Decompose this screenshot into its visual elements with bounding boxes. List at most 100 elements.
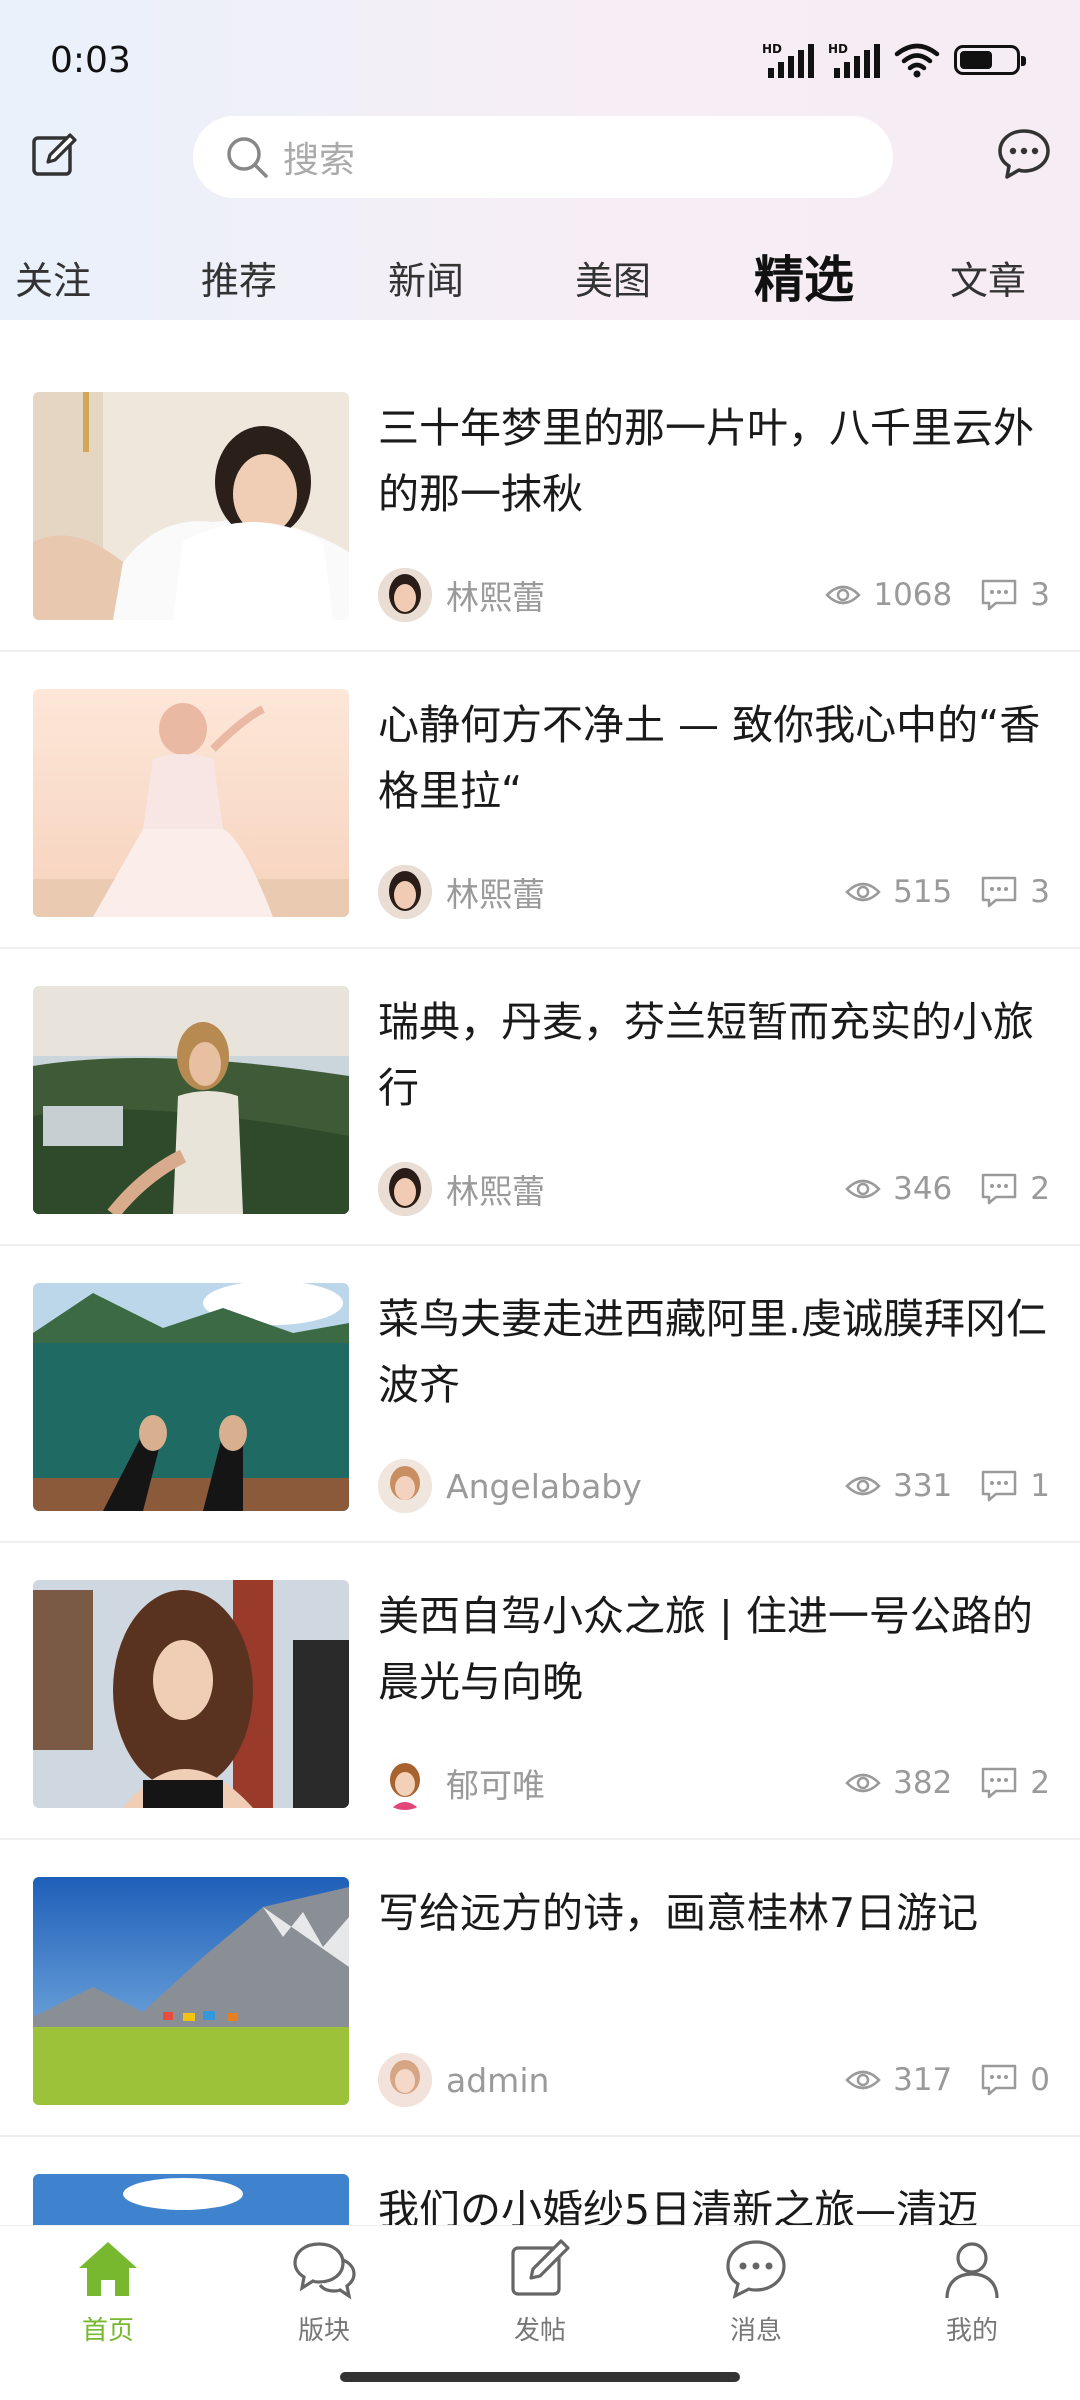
author-name: 林熙蕾 <box>446 875 545 914</box>
article-thumbnail <box>33 986 349 1214</box>
nav-label: 发帖 <box>513 2316 566 2346</box>
view-count: 346 <box>845 1171 952 1207</box>
nav-post[interactable]: 发帖 <box>470 2236 610 2347</box>
view-count: 515 <box>845 874 952 910</box>
article-thumbnail <box>33 392 349 620</box>
article-meta: Angelababy 331 1 <box>378 1458 1050 1514</box>
tab-recommended[interactable]: 推荐 <box>201 250 277 305</box>
comment-count: 1 <box>980 1468 1050 1504</box>
search-input[interactable]: 搜索 <box>193 116 893 198</box>
tab-news[interactable]: 新闻 <box>388 250 464 305</box>
category-tabs: 关注 推荐 新闻 美图 精选 文章 <box>0 230 1080 320</box>
avatar <box>378 1459 432 1513</box>
nav-profile[interactable]: 我的 <box>902 2236 1042 2347</box>
forum-icon <box>293 2242 356 2300</box>
list-item[interactable]: 三十年梦里的那一片叶，八千里云外的那一抹秋 林熙蕾 1068 3 <box>0 355 1080 652</box>
nav-home[interactable]: 首页 <box>38 2236 178 2347</box>
article-title: 三十年梦里的那一片叶，八千里云外的那一抹秋 <box>378 404 1034 518</box>
status-icons: HD HD <box>762 42 1026 78</box>
article-title: 写给远方的诗，画意桂林7日游记 <box>378 1889 979 1937</box>
comment-icon <box>982 1470 1017 1502</box>
list-item[interactable]: 瑞典，丹麦，芬兰短暂而充实的小旅行 林熙蕾 346 2 <box>0 949 1080 1246</box>
search-placeholder: 搜索 <box>283 140 356 181</box>
eye-icon <box>845 2070 881 2090</box>
view-count: 1068 <box>825 577 952 613</box>
article-thumbnail <box>33 2174 349 2225</box>
avatar <box>378 1162 432 1216</box>
eye-icon <box>825 585 862 605</box>
message-icon <box>726 2240 786 2299</box>
comment-count: 2 <box>980 1765 1050 1801</box>
avatar <box>378 865 432 919</box>
comment-count: 2 <box>980 1171 1050 1207</box>
article-title: 美西自驾小众之旅 | 住进一号公路的晨光与向晚 <box>378 1592 1033 1706</box>
eye-icon <box>845 1476 881 1496</box>
avatar <box>378 2053 432 2107</box>
view-count: 331 <box>845 1468 952 1504</box>
article-thumbnail <box>33 689 349 917</box>
status-bar: 0:03 HD HD <box>0 0 1080 110</box>
status-time: 0:03 <box>50 40 131 81</box>
eye-icon <box>845 1179 881 1199</box>
battery-icon <box>954 45 1026 75</box>
author-name: Angelababy <box>446 1466 642 1506</box>
article-meta: 林熙蕾 1068 3 <box>378 567 1050 623</box>
author-name: 郁可唯 <box>446 1766 545 1805</box>
tab-articles[interactable]: 文章 <box>950 250 1026 305</box>
edit-button[interactable] <box>30 130 80 180</box>
edit-icon <box>32 133 77 176</box>
home-icon <box>79 2242 137 2296</box>
article-title: 菜鸟夫妻走进西藏阿里.虔诚膜拜冈仁波齐 <box>378 1295 1048 1409</box>
article-title: 心静何方不净土 — 致你我心中的“香格里拉“ <box>378 701 1041 815</box>
article-meta: admin 317 0 <box>378 2052 1050 2108</box>
avatar <box>378 1756 432 1810</box>
message-button[interactable] <box>996 126 1052 182</box>
comment-icon <box>982 579 1017 611</box>
wifi-icon <box>894 43 940 78</box>
search-icon <box>227 137 268 178</box>
author-name: 林熙蕾 <box>446 1172 545 1211</box>
article-thumbnail <box>33 1283 349 1511</box>
list-item[interactable]: 美西自驾小众之旅 | 住进一号公路的晨光与向晚 郁可唯 382 2 <box>0 1543 1080 1840</box>
article-thumbnail <box>33 1580 349 1808</box>
author-name: admin <box>446 2060 550 2100</box>
avatar <box>378 568 432 622</box>
eye-icon <box>845 882 881 902</box>
article-feed: 三十年梦里的那一片叶，八千里云外的那一抹秋 林熙蕾 1068 3 心静何方不净土… <box>0 355 1080 2225</box>
view-count: 317 <box>845 2062 952 2098</box>
signal-icon: HD <box>828 42 880 78</box>
nav-label: 首页 <box>81 2316 134 2346</box>
comment-icon <box>982 1767 1017 1799</box>
list-item[interactable]: 写给远方的诗，画意桂林7日游记 admin 317 0 <box>0 1840 1080 2137</box>
signal-icon: HD <box>762 42 814 78</box>
list-item[interactable]: 菜鸟夫妻走进西藏阿里.虔诚膜拜冈仁波齐 Angelababy 331 1 <box>0 1246 1080 1543</box>
article-title: 我们の小婚纱5日清新之旅—清迈 <box>378 2186 979 2225</box>
comment-count: 3 <box>980 577 1050 613</box>
home-indicator[interactable] <box>340 2372 740 2382</box>
author-name: 林熙蕾 <box>446 578 545 617</box>
list-item[interactable]: 心静何方不净土 — 致你我心中的“香格里拉“ 林熙蕾 515 3 <box>0 652 1080 949</box>
comment-count: 0 <box>980 2062 1050 2098</box>
list-item[interactable]: 我们の小婚纱5日清新之旅—清迈 <box>0 2137 1080 2225</box>
article-thumbnail <box>33 1877 349 2105</box>
article-meta: 林熙蕾 515 3 <box>378 864 1050 920</box>
post-icon <box>511 2239 570 2296</box>
nav-forum[interactable]: 版块 <box>254 2236 394 2347</box>
tab-photos[interactable]: 美图 <box>575 250 651 305</box>
nav-label: 消息 <box>729 2316 782 2346</box>
comment-icon <box>982 2064 1017 2096</box>
nav-label: 版块 <box>297 2316 350 2346</box>
tab-featured[interactable]: 精选 <box>754 240 854 312</box>
nav-messages[interactable]: 消息 <box>686 2236 826 2347</box>
comment-icon <box>982 876 1017 908</box>
article-title: 瑞典，丹麦，芬兰短暂而充实的小旅行 <box>378 998 1034 1112</box>
tab-following[interactable]: 关注 <box>15 250 91 305</box>
view-count: 382 <box>845 1765 952 1801</box>
comment-count: 3 <box>980 874 1050 910</box>
article-meta: 林熙蕾 346 2 <box>378 1161 1050 1217</box>
chat-bubble-icon <box>998 129 1050 179</box>
eye-icon <box>845 1773 881 1793</box>
nav-label: 我的 <box>945 2316 998 2346</box>
comment-icon <box>982 1173 1017 1205</box>
profile-icon <box>945 2242 999 2299</box>
